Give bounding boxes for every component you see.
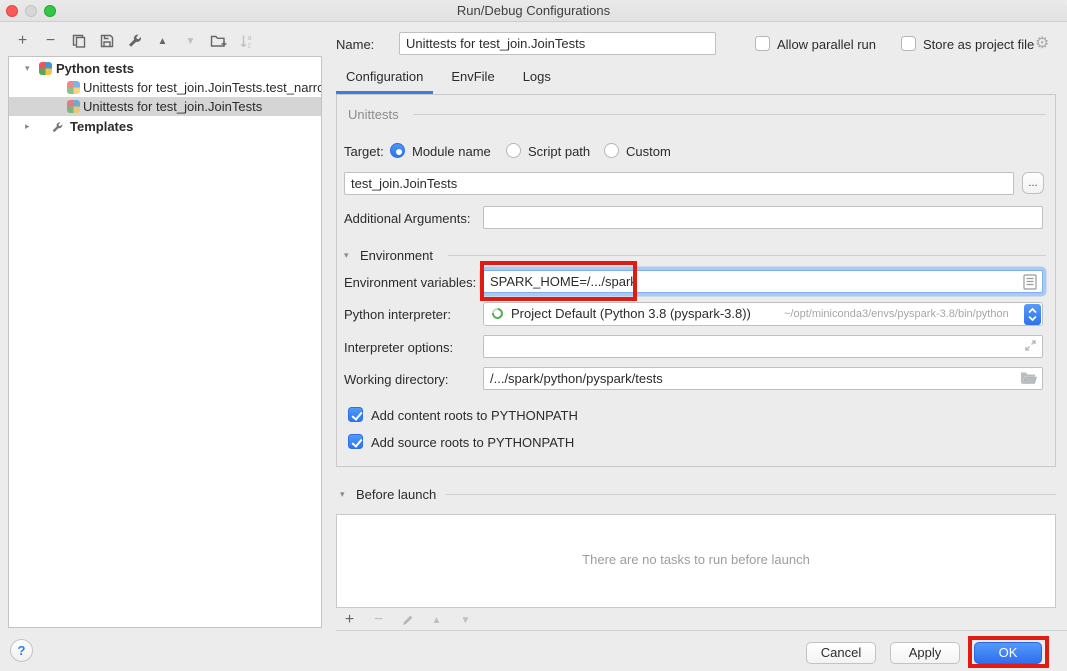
target-label: Target: [344,144,384,159]
name-label: Name: [336,37,374,52]
add-content-roots-label: Add content roots to PYTHONPATH [371,408,578,423]
radio-custom-label: Custom [626,144,671,159]
python-interpreter-select[interactable]: Project Default (Python 3.8 (pyspark-3.8… [483,302,1043,326]
before-launch-task-list: There are no tasks to run before launch [336,514,1056,608]
templates-wrench-icon [51,120,64,136]
svg-text:a: a [247,35,251,42]
tree-item-label: Templates [70,117,133,136]
save-icon[interactable] [98,32,115,50]
svg-text:z: z [247,43,251,50]
tab-logs[interactable]: Logs [513,64,561,94]
before-launch-empty-text: There are no tasks to run before launch [337,552,1055,567]
python-test-icon [67,81,80,94]
tree-item-label: Python tests [56,59,134,78]
help-button[interactable]: ? [10,639,33,662]
radio-script-path-label: Script path [528,144,590,159]
remove-task-icon: − [370,611,387,629]
combo-stepper-icon[interactable] [1024,304,1041,325]
configurations-toolbar: + − ▲ ▼ az [14,30,255,52]
cancel-button[interactable]: Cancel [806,642,876,664]
add-task-icon[interactable]: + [341,611,358,629]
radio-module-name[interactable] [390,143,405,158]
edit-templates-wrench-icon[interactable] [126,32,143,50]
before-launch-collapse-icon[interactable]: ▾ [340,489,345,500]
tree-item-label: Unittests for test_join.JoinTests.test_n… [83,78,321,97]
divider [336,630,1067,631]
apply-button[interactable]: Apply [890,642,960,664]
python-interpreter-label: Python interpreter: [344,307,451,322]
chevron-collapsed-icon[interactable]: ▸ [25,117,30,136]
name-input[interactable] [399,32,716,55]
python-tests-icon [39,62,52,75]
interpreter-options-input[interactable] [483,335,1043,358]
tree-item-unittests-narrow[interactable]: Unittests for test_join.JoinTests.test_n… [9,78,321,97]
window-title: Run/Debug Configurations [0,3,1067,18]
title-bar: Run/Debug Configurations [0,0,1067,22]
tab-label: EnvFile [451,69,494,84]
move-task-up-icon: ▲ [428,611,445,629]
radio-module-name-label: Module name [412,144,491,159]
tab-envfile[interactable]: EnvFile [441,64,504,94]
radio-custom[interactable] [604,143,619,158]
add-source-roots-label: Add source roots to PYTHONPATH [371,435,574,450]
environment-variables-input[interactable] [483,270,1043,293]
move-task-down-icon: ▼ [457,611,474,629]
tab-bar: Configuration EnvFile Logs [336,64,569,94]
tab-configuration[interactable]: Configuration [336,64,433,94]
before-launch-section-title: Before launch [356,487,436,502]
tree-item-label: Unittests for test_join.JoinTests [83,97,262,116]
edit-task-icon [399,611,416,629]
browse-target-button[interactable]: ... [1022,172,1044,194]
python-test-icon [67,100,80,113]
environment-section-title: Environment [360,248,433,263]
radio-script-path[interactable] [506,143,521,158]
unittests-group-title: Unittests [348,107,399,122]
working-directory-label: Working directory: [344,372,449,387]
allow-parallel-run-label: Allow parallel run [777,37,876,52]
divider [448,255,1046,256]
remove-icon[interactable]: − [42,32,59,50]
python-interpreter-value: Project Default (Python 3.8 (pyspark-3.8… [511,306,751,321]
divider [413,114,1046,115]
move-up-icon[interactable]: ▲ [154,32,171,50]
tab-label: Configuration [346,69,423,84]
chevron-expanded-icon[interactable]: ▾ [25,59,30,78]
move-down-icon: ▼ [182,32,199,50]
add-content-roots-checkbox[interactable] [348,407,363,422]
working-directory-input[interactable] [483,367,1043,390]
interpreter-options-label: Interpreter options: [344,340,453,355]
tree-item-python-tests[interactable]: ▾ Python tests [9,59,321,78]
divider [446,494,1056,495]
new-folder-icon[interactable] [210,32,227,50]
tree-item-templates[interactable]: ▸ Templates [9,117,321,136]
add-source-roots-checkbox[interactable] [348,434,363,449]
before-launch-toolbar: + − ▲ ▼ [341,611,474,629]
expand-field-icon[interactable] [1024,339,1037,355]
python-interpreter-path: ~/opt/miniconda3/envs/pyspark-3.8/bin/py… [784,308,1009,320]
tree-item-unittests-jointests[interactable]: Unittests for test_join.JoinTests [9,97,321,116]
environment-variables-label: Environment variables: [344,275,476,290]
store-as-project-file-checkbox[interactable] [901,36,916,51]
add-icon[interactable]: + [14,32,31,50]
environment-collapse-icon[interactable]: ▾ [344,250,349,261]
ok-button[interactable]: OK [974,642,1042,664]
target-input[interactable] [344,172,1014,195]
tab-label: Logs [523,69,551,84]
folder-browse-icon[interactable] [1020,371,1037,388]
sort-alphabetically-icon: az [238,32,255,50]
additional-arguments-input[interactable] [483,206,1043,229]
env-variables-browse-icon[interactable] [1023,274,1037,293]
configurations-tree: ▾ Python tests Unittests for test_join.J… [8,56,322,628]
copy-icon[interactable] [70,32,87,50]
store-as-project-file-label: Store as project file [923,37,1034,52]
conda-env-icon [490,306,505,321]
gear-icon[interactable]: ⚙ [1035,33,1049,53]
additional-arguments-label: Additional Arguments: [344,211,470,226]
allow-parallel-run-checkbox[interactable] [755,36,770,51]
